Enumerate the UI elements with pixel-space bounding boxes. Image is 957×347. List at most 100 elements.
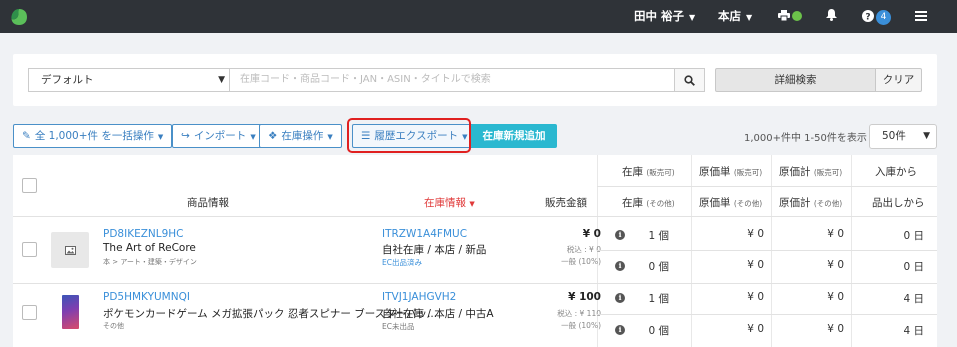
- help-button[interactable]: ? 4: [862, 0, 891, 33]
- days-since: 4 日: [903, 293, 924, 305]
- user-menu[interactable]: 田中 裕子 ▼: [634, 0, 695, 33]
- info-icon[interactable]: i: [615, 230, 625, 240]
- stock-qty: 1 個: [648, 293, 669, 305]
- header-total-cost-other-note: (その他): [813, 199, 843, 208]
- import-label: インポート: [193, 130, 247, 142]
- chevron-down-icon: ▼: [923, 131, 930, 141]
- header-unit-cost-sellable-note: (販売可): [733, 168, 763, 177]
- stock-operation-button[interactable]: ❖ 在庫操作 ▼: [259, 124, 342, 148]
- caret-down-icon: ▼: [157, 133, 164, 141]
- product-category: 本 > アート・建築・デザイン: [103, 258, 197, 266]
- sort-desc-icon: ▼: [469, 200, 475, 208]
- header-unit-cost-label: 原価単: [699, 166, 731, 178]
- tax-included-price: 税込 : ¥ 110: [557, 309, 601, 318]
- info-icon[interactable]: i: [615, 293, 625, 303]
- sale-price: ¥ 0: [582, 228, 601, 240]
- ec-status: EC出品済み: [382, 258, 422, 267]
- product-code-link[interactable]: PD5HMKYUMNQI: [103, 291, 190, 303]
- column-divider: [851, 155, 852, 347]
- header-unit-cost-other-note: (その他): [733, 199, 763, 208]
- stock-qty: 0 個: [648, 261, 669, 273]
- search-button[interactable]: [674, 68, 705, 92]
- product-code-link[interactable]: PD8IKEZNL9HC: [103, 228, 184, 240]
- share-arrow-icon: ↪: [181, 130, 190, 142]
- image-placeholder-icon: [65, 246, 76, 255]
- header-stock-info-label: 在庫情報: [424, 197, 466, 209]
- header-product-info[interactable]: 商品情報: [187, 195, 229, 210]
- product-name: The Art of ReCore: [103, 242, 196, 254]
- column-divider: [771, 155, 772, 347]
- header-total-cost-other: 原価計 (その他): [779, 195, 842, 210]
- stock-code-link[interactable]: ITRZW1A4FMUC: [382, 228, 467, 240]
- stock-location: 自社在庫 / 本店 / 新品: [382, 244, 487, 256]
- printer-status[interactable]: [778, 0, 802, 33]
- tax-rate: 一般 (10%): [561, 257, 601, 266]
- notifications-button[interactable]: [826, 0, 837, 33]
- total-cost: ¥ 0: [827, 291, 844, 303]
- add-new-stock-button[interactable]: 在庫新規追加: [471, 124, 557, 148]
- question-circle-icon: ?: [862, 10, 874, 22]
- detail-search-button[interactable]: 詳細検索: [715, 68, 876, 92]
- search-scope-select[interactable]: デフォルト ▼: [28, 68, 229, 92]
- header-unit-cost-sellable: 原価単 (販売可): [699, 164, 762, 179]
- bell-icon: [826, 9, 837, 21]
- info-icon[interactable]: i: [615, 325, 625, 335]
- stock-qty: 0 個: [648, 325, 669, 337]
- ec-status: EC未出品: [382, 322, 415, 331]
- svg-text:?: ?: [865, 12, 870, 22]
- sale-price: ¥ 100: [568, 291, 601, 303]
- search-icon: [684, 75, 695, 86]
- bulk-operation-label: 全 1,000+件 を一括操作: [34, 130, 154, 142]
- store-menu[interactable]: 本店 ▼: [718, 0, 752, 33]
- row-subdivider: [597, 250, 937, 251]
- info-icon[interactable]: i: [615, 261, 625, 271]
- stock-location: 自社在庫 / 本店 / 中古A: [382, 308, 494, 320]
- search-input[interactable]: 在庫コード・商品コード・JAN・ASIN・タイトルで検索: [229, 68, 675, 92]
- search-panel: デフォルト ▼ 在庫コード・商品コード・JAN・ASIN・タイトルで検索 詳細検…: [13, 54, 937, 106]
- highlight-box: [347, 118, 471, 153]
- app-logo-icon[interactable]: [10, 8, 28, 26]
- store-name: 本店: [718, 9, 741, 23]
- clear-button[interactable]: クリア: [875, 68, 922, 92]
- per-page-select[interactable]: 50件 ▼: [869, 124, 937, 149]
- chevron-down-icon: ▼: [689, 13, 696, 22]
- bulk-operation-button[interactable]: ✎ 全 1,000+件 を一括操作 ▼: [13, 124, 173, 148]
- product-category: その他: [103, 322, 124, 330]
- unit-cost: ¥ 0: [747, 259, 764, 271]
- caret-down-icon: ▼: [327, 133, 333, 141]
- unit-cost: ¥ 0: [747, 291, 764, 303]
- menu-icon: [915, 11, 927, 21]
- hamburger-menu-button[interactable]: [915, 0, 927, 33]
- product-thumbnail[interactable]: [62, 295, 79, 329]
- header-stock-other: 在庫 (その他): [622, 195, 675, 210]
- total-cost: ¥ 0: [827, 228, 844, 240]
- header-stock-info[interactable]: 在庫情報 ▼: [424, 195, 475, 210]
- header-unit-cost-label: 原価単: [699, 197, 731, 209]
- stock-code-link[interactable]: ITVJ1JAHGVH2: [382, 291, 456, 303]
- product-thumbnail[interactable]: [51, 232, 89, 268]
- row-checkbox[interactable]: [22, 305, 37, 320]
- caret-down-icon: ▼: [250, 133, 256, 141]
- header-unit-cost-other: 原価単 (その他): [699, 195, 762, 210]
- header-total-cost-sellable: 原価計 (販売可): [779, 164, 842, 179]
- edit-icon: ✎: [22, 130, 31, 142]
- result-count: 1,000+件中 1-50件を表示: [744, 133, 867, 144]
- import-button[interactable]: ↪ インポート ▼: [172, 124, 265, 148]
- row-checkbox[interactable]: [22, 242, 37, 257]
- header-bottom-border: [13, 216, 937, 217]
- days-since: 0 日: [903, 230, 924, 242]
- header-total-cost-label: 原価計: [779, 166, 811, 178]
- total-cost: ¥ 0: [827, 323, 844, 335]
- user-name: 田中 裕子: [634, 9, 685, 23]
- select-all-checkbox[interactable]: [22, 178, 37, 193]
- header-divider: [597, 186, 937, 187]
- header-stock-label: 在庫: [622, 197, 643, 209]
- stock-table: 商品情報 在庫情報 ▼ 販売金額 在庫 (販売可) 原価単 (販売可) 原価計 …: [13, 155, 937, 347]
- header-since-arrival: 入庫から: [875, 166, 917, 178]
- status-dot-icon: [792, 11, 802, 21]
- printer-icon: [778, 10, 790, 22]
- cubes-icon: ❖: [268, 130, 278, 142]
- header-stock-sellable-note: (販売可): [646, 168, 675, 177]
- header-sale-price[interactable]: 販売金額: [545, 195, 587, 210]
- header-stock-label: 在庫: [622, 166, 643, 178]
